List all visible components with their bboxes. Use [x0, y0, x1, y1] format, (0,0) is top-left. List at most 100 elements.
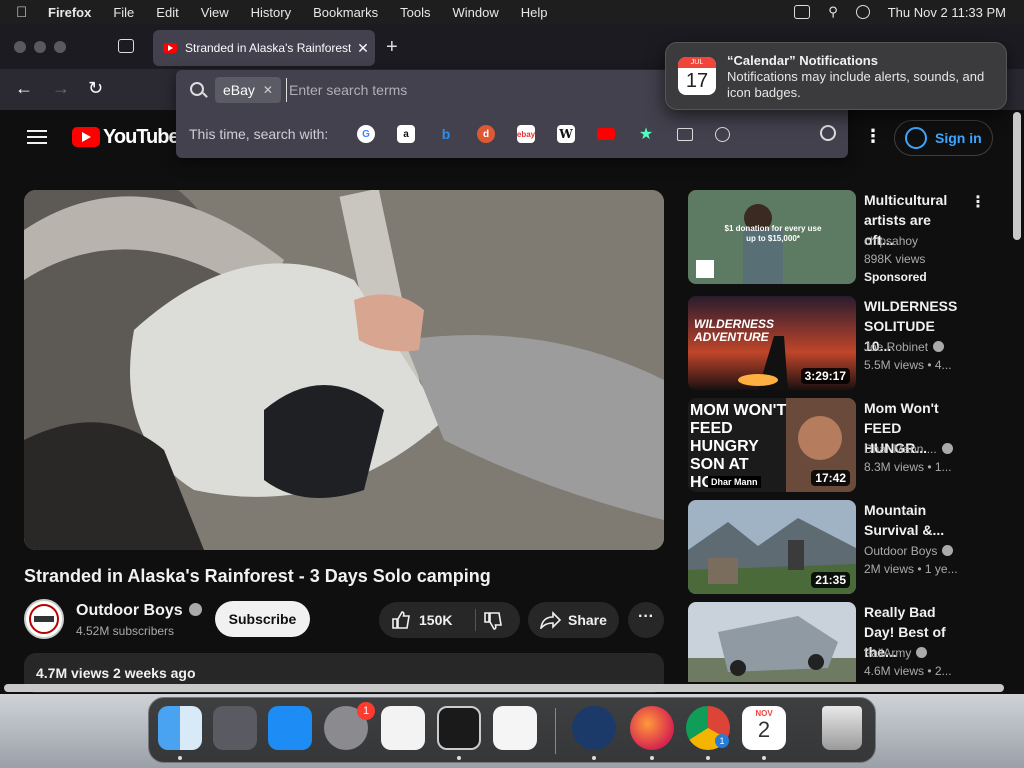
like-separator [475, 609, 476, 631]
recommendation-item[interactable]: $1 donation for every use up to $15,000*… [688, 190, 1008, 284]
textedit-icon[interactable] [381, 706, 425, 750]
window-zoom-button[interactable] [54, 41, 66, 53]
recommendation-channel[interactable]: FailArmy [864, 646, 928, 660]
history-clock-icon[interactable] [715, 126, 730, 142]
sign-in-button[interactable]: Sign in [894, 120, 993, 156]
recommendation-title[interactable]: Mountain Survival &... [864, 500, 964, 540]
window-minimize-button[interactable] [34, 41, 46, 53]
recommendation-views: 8.3M views • 1... [864, 460, 952, 474]
tabs-icon[interactable] [677, 127, 693, 141]
ebay-engine-icon[interactable]: ebay [517, 125, 535, 143]
search-input[interactable] [286, 78, 686, 102]
youtube-logo-icon[interactable] [72, 127, 100, 147]
thumbnail-overlay-text: WILDERNESS ADVENTURE [694, 317, 775, 344]
share-label: Share [568, 612, 607, 628]
recommendation-channel[interactable]: chipsahoy [864, 234, 918, 248]
outdoor-boys-logo-icon [29, 604, 59, 634]
notification-title: “Calendar” Notifications [727, 53, 878, 68]
google-engine-icon[interactable]: G [357, 125, 375, 143]
firefox-view-icon[interactable] [118, 39, 134, 53]
settings-kebab-icon[interactable]: ⋮ [864, 126, 882, 147]
thumbnail-creator-tag: Dhar Mann [708, 476, 761, 488]
menubar-clock[interactable]: Thu Nov 2 11:33 PM [888, 5, 1006, 20]
youtube-logo-text[interactable]: YouTube [103, 126, 180, 149]
channel-avatar[interactable] [24, 599, 64, 639]
finder-icon[interactable] [158, 706, 202, 750]
recommendation-thumbnail[interactable]: WILDERNESS ADVENTURE 3:29:17 [688, 296, 856, 390]
ad-options-kebab-icon[interactable]: ⋮ [970, 192, 986, 212]
recommendation-item[interactable]: WILDERNESS ADVENTURE 3:29:17 WILDERNESS … [688, 296, 1008, 390]
recommendation-thumbnail[interactable]: MOM WON'T FEED HUNGRY SON AT HOME Dhar M… [688, 398, 856, 492]
trash-icon[interactable] [822, 706, 862, 750]
back-arrow-icon[interactable]: ← [15, 78, 33, 99]
hamburger-menu-icon[interactable] [27, 130, 47, 144]
chip-close-icon[interactable]: ✕ [263, 83, 273, 97]
calendar-notification[interactable]: JUL 17 “Calendar” Notifications Notifica… [665, 42, 1007, 110]
recommendation-thumbnail[interactable] [688, 602, 856, 682]
bookmarks-star-icon[interactable]: ★ [637, 125, 655, 143]
window-close-button[interactable] [14, 41, 26, 53]
apple-icon[interactable]:  [16, 4, 34, 21]
screen-mirroring-icon[interactable] [794, 5, 811, 19]
browser-tab-active[interactable]: Stranded in Alaska's Rainforest ✕ [153, 30, 375, 66]
recommendation-views: 5.5M views • 4... [864, 358, 952, 372]
recommendation-channel[interactable]: Outdoor Boys [864, 544, 954, 558]
recommendation-channel[interactable]: Joe Robinet [864, 340, 945, 354]
calendar-icon[interactable]: NOV 2 [742, 706, 786, 750]
recommendation-item[interactable]: MOM WON'T FEED HUNGRY SON AT HOME Dhar M… [688, 398, 1008, 492]
terminal-icon[interactable] [437, 706, 481, 750]
subscribe-button[interactable]: Subscribe [215, 601, 310, 637]
vscode-icon[interactable] [493, 706, 537, 750]
menu-app-name[interactable]: Firefox [48, 5, 91, 20]
recommendation-thumbnail[interactable]: 21:35 [688, 500, 856, 594]
duckduckgo-engine-icon[interactable]: d [477, 125, 495, 143]
forward-arrow-icon[interactable]: → [52, 78, 70, 99]
launchpad-icon[interactable] [213, 706, 257, 750]
recommendation-item[interactable]: 21:35 Mountain Survival &... Outdoor Boy… [688, 500, 1008, 594]
reload-icon[interactable]: ↻ [88, 78, 103, 99]
menu-view[interactable]: View [201, 5, 229, 20]
app-store-icon[interactable] [268, 706, 312, 750]
youtube-favicon-icon [163, 43, 177, 53]
wikipedia-engine-icon[interactable]: W [557, 125, 575, 143]
thumbs-up-icon[interactable] [391, 611, 411, 629]
firefox-icon[interactable] [630, 706, 674, 750]
horizontal-scrollbar[interactable] [4, 684, 1004, 692]
recommendation-views: 4.6M views • 2... [864, 664, 952, 678]
channel-name[interactable]: Outdoor Boys [76, 602, 202, 620]
new-tab-button[interactable]: + [386, 36, 398, 59]
notification-body: Notifications may include alerts, sounds… [727, 69, 985, 100]
menu-tools[interactable]: Tools [400, 5, 430, 20]
menu-history[interactable]: History [251, 5, 291, 20]
menu-help[interactable]: Help [521, 5, 548, 20]
recommendation-channel[interactable]: Dhar Mann ... [864, 442, 953, 456]
bing-engine-icon[interactable]: b [437, 125, 455, 143]
tab-title: Stranded in Alaska's Rainforest [185, 41, 351, 55]
spotlight-search-icon[interactable]: ⚲ [828, 4, 838, 20]
amazon-engine-icon[interactable]: a [397, 125, 415, 143]
one-off-search-row: This time, search with: G a b d ebay W ★ [176, 114, 848, 154]
video-player[interactable] [24, 190, 664, 550]
tab-close-icon[interactable]: ✕ [351, 40, 375, 57]
thumbs-down-icon[interactable] [483, 612, 503, 630]
steam-icon[interactable] [572, 706, 616, 750]
verified-check-icon [933, 341, 945, 352]
menu-window[interactable]: Window [453, 5, 499, 20]
thumbnail-image [688, 602, 856, 682]
menu-file[interactable]: File [113, 5, 134, 20]
menu-bar:  Firefox File Edit View History Bookmar… [0, 0, 1024, 24]
search-settings-gear-icon[interactable] [820, 125, 836, 141]
youtube-engine-icon[interactable] [597, 128, 615, 140]
menu-edit[interactable]: Edit [156, 5, 178, 20]
vertical-scrollbar[interactable] [1013, 112, 1021, 240]
menu-bookmarks[interactable]: Bookmarks [313, 5, 378, 20]
share-button[interactable]: Share [528, 602, 619, 638]
search-engine-chip[interactable]: eBay ✕ [215, 77, 281, 103]
control-center-icon[interactable] [855, 5, 870, 19]
recommendation-item[interactable]: Really Bad Day! Best of the... FailArmy … [688, 602, 1008, 682]
more-actions-icon[interactable]: ··· [628, 602, 664, 638]
like-dislike-bar: 150K [379, 602, 520, 638]
view-count-date: 4.7M views 2 weeks ago [36, 665, 196, 681]
recommendation-thumbnail[interactable]: $1 donation for every use up to $15,000* [688, 190, 856, 284]
like-count[interactable]: 150K [419, 612, 452, 628]
